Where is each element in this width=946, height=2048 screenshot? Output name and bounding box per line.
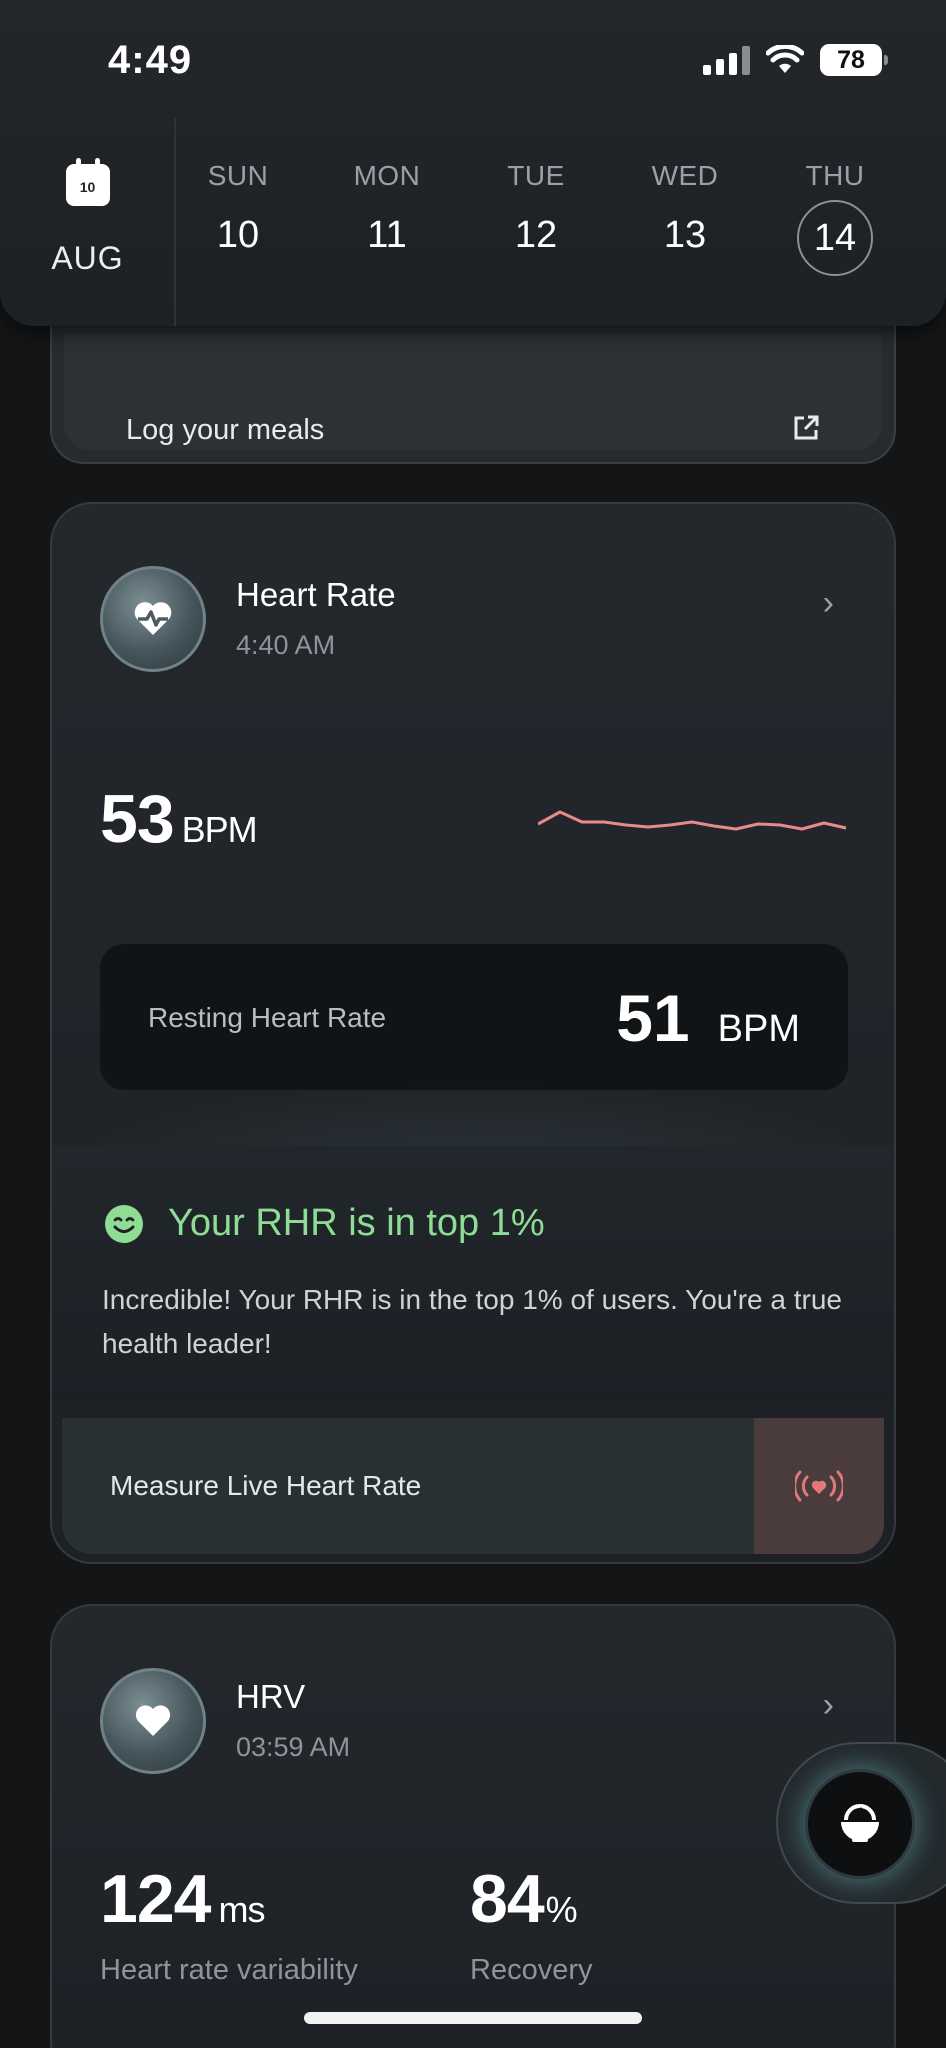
day-name: SUN xyxy=(207,160,269,191)
heart-pulse-icon xyxy=(100,566,206,672)
recovery-number: 84 xyxy=(470,1861,545,1937)
cellular-signal-icon xyxy=(703,45,750,75)
hrv-value: 124 ms xyxy=(100,1860,265,1938)
resting-heart-rate-number: 51 xyxy=(616,981,690,1055)
log-meals-label: Log your meals xyxy=(126,414,325,446)
header-divider xyxy=(174,118,176,326)
heart-rate-title: Heart Rate xyxy=(236,576,396,613)
day-number: 10 xyxy=(216,214,260,256)
resting-heart-rate-label: Resting Heart Rate xyxy=(148,1002,387,1033)
status-time: 4:49 xyxy=(108,38,193,82)
day-number: 14 xyxy=(797,200,873,276)
insight-text: Incredible! Your RHR is in the top 1% of… xyxy=(102,1284,843,1359)
date-header: 4:49 78 10 AUG SUN 10 MON 11 TUE 12 WED … xyxy=(0,0,946,326)
week-day-strip: SUN 10 MON 11 TUE 12 WED 13 THU 14 xyxy=(178,160,908,290)
resting-heart-rate-unit: BPM xyxy=(717,1008,800,1050)
hrv-title: HRV xyxy=(236,1678,306,1715)
day-name: WED xyxy=(651,160,719,191)
heart-rate-value: 53 BPM xyxy=(100,780,258,858)
day-sun[interactable]: SUN 10 xyxy=(178,160,298,257)
day-number: 13 xyxy=(663,214,707,256)
day-name: MON xyxy=(353,160,421,191)
hrv-time: 03:59 AM xyxy=(236,1732,351,1762)
chevron-right-icon: › xyxy=(822,584,834,622)
heart-rate-time: 4:40 AM xyxy=(236,630,336,660)
day-name: TUE xyxy=(507,160,565,191)
day-wed[interactable]: WED 13 xyxy=(625,160,745,257)
heart-rate-unit: BPM xyxy=(181,809,258,850)
battery-icon: 78 xyxy=(820,44,888,76)
day-tue[interactable]: TUE 12 xyxy=(476,160,596,257)
day-number: 11 xyxy=(367,214,407,256)
day-number: 12 xyxy=(514,214,558,256)
heart-icon xyxy=(100,1668,206,1774)
wifi-icon xyxy=(766,45,804,73)
external-link-icon xyxy=(794,415,819,440)
day-name: THU xyxy=(805,160,865,191)
hrv-card[interactable]: HRV 03:59 AM › 124 ms Heart rate variabil… xyxy=(50,1604,896,2048)
hrv-number: 124 xyxy=(100,1861,211,1937)
day-thu-selected[interactable]: THU 14 xyxy=(775,160,895,276)
hrv-label: Heart rate variability xyxy=(100,1954,358,1986)
chevron-right-icon: › xyxy=(822,1686,834,1724)
resting-heart-rate-value: 51 BPM xyxy=(616,980,800,1056)
month-label: AUG xyxy=(51,240,124,276)
meal-bowl-icon[interactable] xyxy=(808,1772,912,1876)
calendar-icon: 10 xyxy=(65,158,110,206)
recovery-value: 84% xyxy=(470,1860,578,1938)
rhr-insight: Your RHR is in top 1% Incredible! Your R… xyxy=(52,1146,894,1406)
log-meals-button[interactable]: Log your meals xyxy=(64,334,882,450)
recovery-unit: % xyxy=(545,1889,578,1930)
heart-rate-number: 53 xyxy=(100,781,175,857)
day-mon[interactable]: MON 11 xyxy=(327,160,447,257)
measure-live-heart-rate-button[interactable]: Measure Live Heart Rate xyxy=(62,1418,884,1554)
status-icons: 78 xyxy=(703,44,888,76)
heart-rate-sparkline xyxy=(538,810,847,831)
month-selector[interactable]: 10 AUG xyxy=(0,150,175,277)
hrv-unit: ms xyxy=(218,1889,265,1930)
resting-heart-rate-box: Resting Heart Rate 51 BPM xyxy=(100,944,848,1090)
recovery-label: Recovery xyxy=(470,1954,593,1986)
live-heart-signal-icon[interactable] xyxy=(754,1418,884,1554)
home-indicator xyxy=(304,2012,642,2024)
floating-action-container xyxy=(776,1742,946,1904)
measure-live-heart-rate-label: Measure Live Heart Rate xyxy=(110,1470,422,1501)
insight-title: Your RHR is in top 1% xyxy=(168,1202,545,1244)
smile-icon xyxy=(105,1205,143,1243)
heart-rate-card[interactable]: Heart Rate 4:40 AM › 53 BPM Resting Heart… xyxy=(50,502,896,1564)
